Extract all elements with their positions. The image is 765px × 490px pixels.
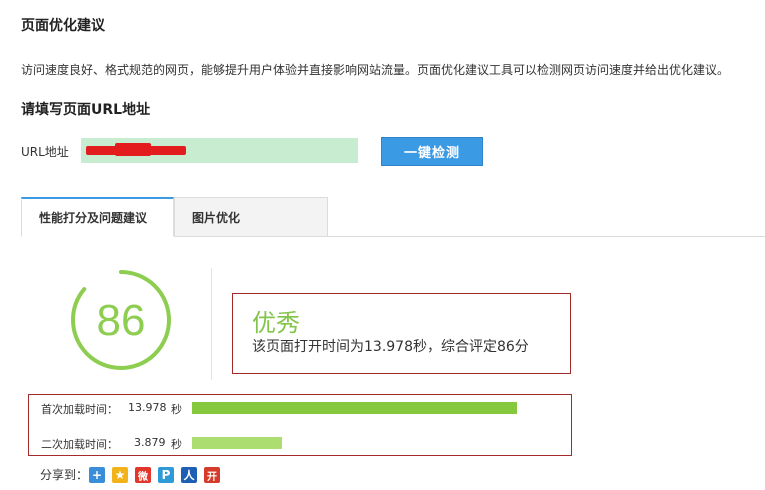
- tab-performance-score[interactable]: 性能打分及问题建议: [21, 197, 174, 237]
- tencent-weibo-icon[interactable]: P: [158, 467, 174, 483]
- page-title: 页面优化建议: [21, 18, 105, 34]
- rating-label: 优秀: [252, 309, 300, 337]
- first-load-unit: 秒: [171, 403, 182, 416]
- share-label: 分享到：: [40, 468, 89, 482]
- first-load-value: 13.978: [128, 401, 167, 414]
- rating-detail: 该页面打开时间为13.978秒，综合评定86分: [252, 339, 529, 355]
- second-load-bar: [192, 437, 282, 449]
- first-load-bar: [192, 402, 517, 414]
- score-gauge: 86: [71, 270, 171, 370]
- check-button[interactable]: 一键检测: [381, 137, 483, 166]
- second-load-label: 二次加载时间：: [41, 438, 118, 451]
- weibo-icon[interactable]: 微: [135, 467, 151, 483]
- qzone-star-icon[interactable]: ★: [112, 467, 128, 483]
- second-load-unit: 秒: [171, 438, 182, 451]
- url-label: URL地址: [21, 145, 69, 159]
- first-load-label: 首次加载时间：: [41, 403, 118, 416]
- plus-icon[interactable]: +: [89, 467, 105, 483]
- tab-image-optimization[interactable]: 图片优化: [174, 197, 328, 237]
- score-value: 86: [97, 296, 146, 345]
- page-description: 访问速度良好、格式规范的网页，能够提升用户体验并直接影响网站流量。页面优化建议工…: [21, 63, 730, 77]
- redaction-mark: [115, 143, 151, 156]
- second-load-value: 3.879: [134, 436, 166, 449]
- score-divider: [211, 268, 212, 380]
- kaixin-icon[interactable]: 开: [204, 467, 220, 483]
- url-section-heading: 请填写页面URL地址: [21, 102, 151, 118]
- renren-icon[interactable]: 人: [181, 467, 197, 483]
